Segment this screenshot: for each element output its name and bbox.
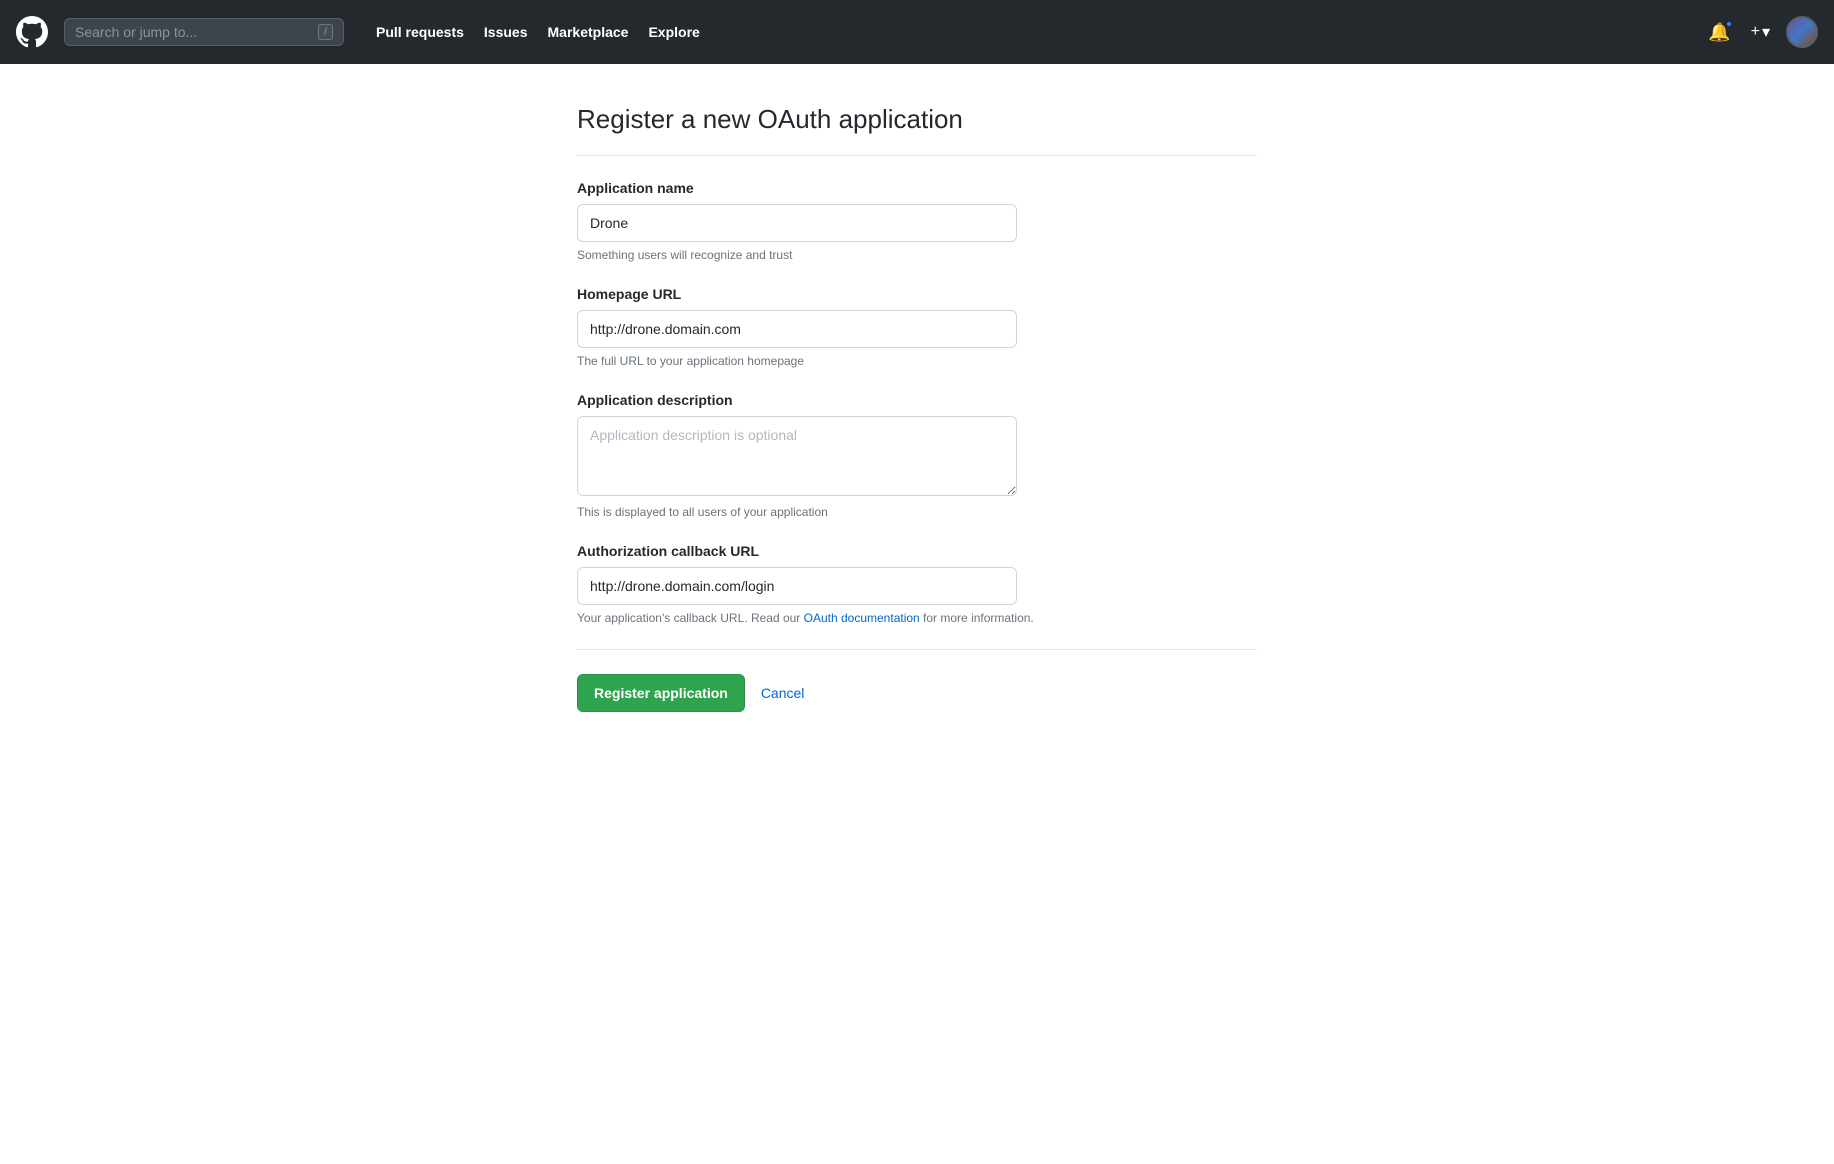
nav-explore[interactable]: Explore [640,18,707,46]
notifications-button[interactable]: 🔔 [1704,18,1734,47]
nav-pull-requests[interactable]: Pull requests [368,18,472,46]
app-name-input[interactable] [577,204,1017,242]
page-title: Register a new OAuth application [577,104,1257,135]
app-name-hint: Something users will recognize and trust [577,248,1257,262]
callback-hint-suffix: for more information. [920,611,1034,625]
homepage-url-input[interactable] [577,310,1017,348]
notification-dot [1725,20,1733,28]
callback-url-group: Authorization callback URL Your applicat… [577,543,1257,625]
oauth-docs-link[interactable]: OAuth documentation [804,611,920,625]
description-group: Application description This is displaye… [577,392,1257,519]
callback-hint-prefix: Your application's callback URL. Read ou… [577,611,804,625]
actions-divider [577,649,1257,650]
title-divider [577,155,1257,156]
homepage-url-label: Homepage URL [577,286,1257,302]
form-actions: Register application Cancel [577,674,1257,712]
app-name-label: Application name [577,180,1257,196]
nav-marketplace[interactable]: Marketplace [540,18,637,46]
header-actions: 🔔 + ▾ [1704,16,1818,48]
description-label: Application description [577,392,1257,408]
search-kbd: / [318,24,333,40]
avatar [1786,16,1818,48]
search-bar[interactable]: / [64,18,344,46]
new-button[interactable]: + ▾ [1743,18,1778,46]
callback-url-label: Authorization callback URL [577,543,1257,559]
description-textarea[interactable] [577,416,1017,496]
plus-icon: + [1751,23,1760,41]
cancel-button[interactable]: Cancel [761,677,805,709]
plus-chevron-icon: ▾ [1762,22,1770,42]
github-logo[interactable] [16,16,48,48]
homepage-url-hint: The full URL to your application homepag… [577,354,1257,368]
register-application-button[interactable]: Register application [577,674,745,712]
description-hint: This is displayed to all users of your a… [577,505,1257,519]
main-nav: Pull requests Issues Marketplace Explore [368,18,708,46]
app-name-group: Application name Something users will re… [577,180,1257,262]
main-content: Register a new OAuth application Applica… [0,64,1834,1164]
callback-url-input[interactable] [577,567,1017,605]
nav-issues[interactable]: Issues [476,18,536,46]
form-container: Register a new OAuth application Applica… [537,104,1297,712]
search-input[interactable] [75,24,310,40]
user-menu-button[interactable] [1786,16,1818,48]
main-header: / Pull requests Issues Marketplace Explo… [0,0,1834,64]
callback-url-hint: Your application's callback URL. Read ou… [577,611,1257,625]
homepage-url-group: Homepage URL The full URL to your applic… [577,286,1257,368]
